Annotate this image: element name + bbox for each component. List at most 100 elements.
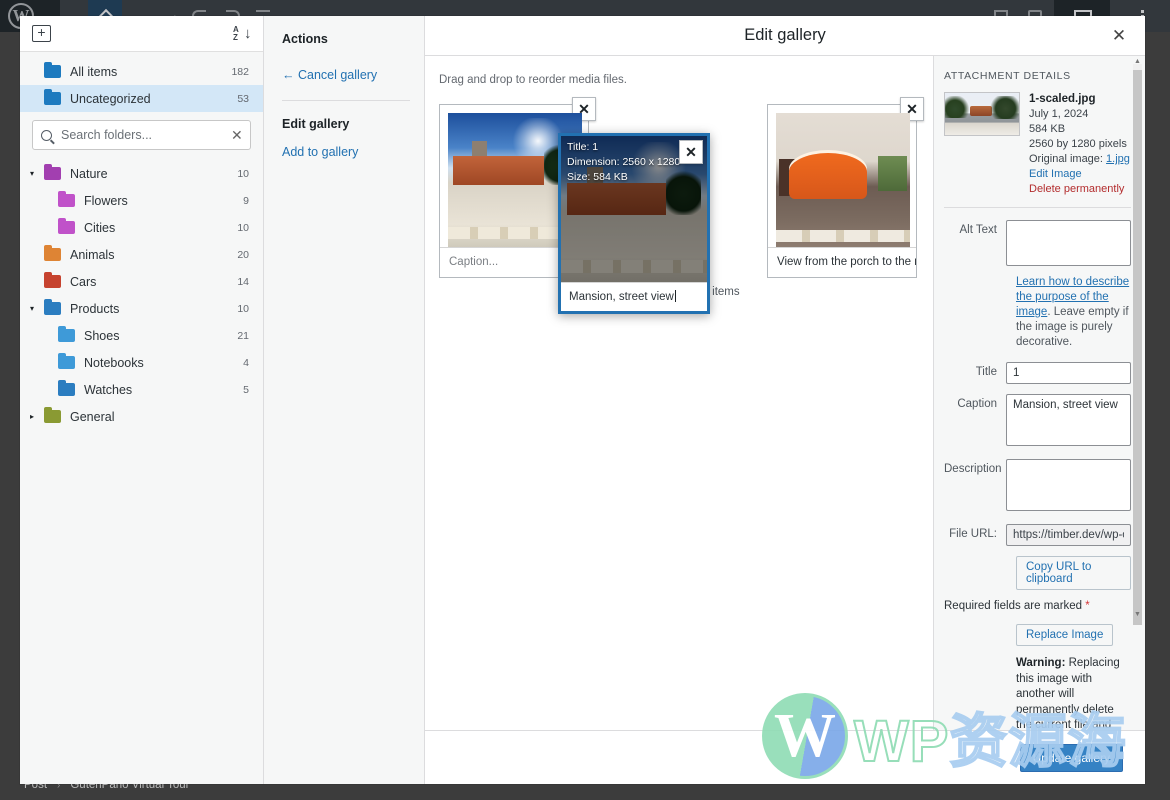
folder-label: General	[70, 410, 249, 424]
folder-label: Watches	[84, 383, 243, 397]
folder-icon	[44, 167, 61, 180]
modal-footer: Update gallery	[425, 730, 1145, 784]
folder-label: Notebooks	[84, 356, 243, 370]
edit-image-link[interactable]: Edit Image	[1029, 167, 1130, 182]
folder-count: 4	[243, 357, 249, 369]
gallery-column: Drag and drop to reorder media files. ✕	[425, 56, 933, 730]
attachment-original-image: Original image: 1.jpg	[1029, 152, 1130, 167]
folder-count: 53	[237, 93, 249, 105]
folder-icon	[58, 194, 75, 207]
title-row: Title	[944, 362, 1131, 384]
chevron-right-icon[interactable]: ▸	[30, 412, 44, 421]
folder-search-box[interactable]: ✕	[32, 120, 251, 150]
file-url-label: File URL:	[944, 524, 1006, 546]
folder-item-cars[interactable]: Cars 14	[20, 268, 263, 295]
folder-item-products[interactable]: ▾ Products 10	[20, 295, 263, 322]
screen: W Post › GutenPano Virtual Tour AZ ↓	[0, 0, 1170, 800]
attachment-dimensions: 2560 by 1280 pixels	[1029, 137, 1130, 152]
chevron-down-icon[interactable]: ▾	[30, 169, 44, 178]
folder-item-notebooks[interactable]: Notebooks 4	[20, 349, 263, 376]
alt-text-field[interactable]	[1006, 220, 1131, 266]
folder-item-uncategorized[interactable]: Uncategorized 53	[20, 85, 263, 112]
edit-gallery-heading: Edit gallery	[282, 117, 424, 131]
update-gallery-button[interactable]: Update gallery	[1020, 744, 1123, 772]
original-image-link[interactable]: 1.jpg	[1106, 153, 1130, 165]
drag-ghost-title: Title: 1	[567, 140, 680, 155]
folder-icon	[44, 92, 61, 105]
folder-icon	[58, 356, 75, 369]
folder-search-wrap: ✕	[20, 112, 263, 160]
folder-item-nature[interactable]: ▾ Nature 10	[20, 160, 263, 187]
drag-ghost-size: Size: 584 KB	[567, 170, 680, 185]
folder-count: 14	[237, 276, 249, 288]
folder-label: Nature	[70, 167, 237, 181]
folder-item-animals[interactable]: Animals 20	[20, 241, 263, 268]
required-fields-note: Required fields are marked *	[944, 600, 1131, 612]
attachment-filesize: 584 KB	[1029, 122, 1130, 137]
file-url-field[interactable]	[1006, 524, 1131, 546]
edit-gallery-modal: AZ ↓ All items 182 Uncategorized 53	[20, 16, 1145, 784]
gallery-item-caption[interactable]: View from the porch to the roa	[768, 247, 916, 277]
attachment-details-heading: ATTACHMENT DETAILS	[944, 70, 1131, 82]
alt-text-label: Alt Text	[944, 220, 1006, 269]
replace-image-button[interactable]: Replace Image	[1016, 624, 1113, 646]
folder-count: 10	[237, 168, 249, 180]
folder-item-all-items[interactable]: All items 182	[20, 58, 263, 85]
title-label: Title	[944, 362, 1006, 384]
scroll-up-icon[interactable]: ▲	[1134, 58, 1141, 65]
folder-item-flowers[interactable]: Flowers 9	[20, 187, 263, 214]
gallery-main: Edit gallery ✕ Drag and drop to reorder …	[425, 16, 1145, 784]
title-field[interactable]	[1006, 362, 1131, 384]
scroll-down-icon[interactable]: ▼	[1134, 611, 1141, 618]
actions-divider	[282, 100, 410, 101]
folder-label: All items	[70, 65, 231, 79]
drag-ghost-caption-text: Mansion, street view	[569, 291, 674, 303]
folder-label: Animals	[70, 248, 237, 262]
details-scrollbar[interactable]: ▲ ▼	[1133, 64, 1142, 610]
remove-icon[interactable]: ✕	[679, 140, 703, 164]
gallery-item[interactable]: ✕ View from the porch to the roa	[767, 104, 917, 278]
folder-count: 182	[231, 66, 249, 78]
delete-permanently-link[interactable]: Delete permanently	[1029, 182, 1130, 197]
clear-icon[interactable]: ✕	[231, 128, 243, 142]
caption-field[interactable]	[1006, 394, 1131, 446]
description-field[interactable]	[1006, 459, 1131, 511]
required-note-text: Required fields are marked	[944, 600, 1085, 612]
attachment-date: July 1, 2024	[1029, 107, 1130, 122]
folder-item-shoes[interactable]: Shoes 21	[20, 322, 263, 349]
attachment-meta: 1-scaled.jpg July 1, 2024 584 KB 2560 by…	[1029, 92, 1130, 197]
add-to-gallery-link[interactable]: Add to gallery	[282, 145, 424, 159]
attachments-list: ✕ Caption...	[439, 104, 917, 278]
sort-az-letters: AZ	[233, 26, 239, 42]
options-menu-icon[interactable]	[1141, 10, 1144, 13]
scrollbar-thumb[interactable]	[1133, 70, 1142, 625]
folder-count: 20	[237, 249, 249, 261]
alt-text-help: Learn how to describe the purpose of the…	[1016, 275, 1131, 350]
folder-item-general[interactable]: ▸ General	[20, 403, 263, 430]
folder-icon	[58, 329, 75, 342]
drag-ghost-caption-input[interactable]: Mansion, street view	[561, 282, 707, 311]
modal-header: Edit gallery ✕	[425, 16, 1145, 56]
caption-label: Caption	[944, 394, 1006, 449]
cancel-gallery-link[interactable]: ← Cancel gallery	[282, 68, 424, 82]
original-image-label: Original image:	[1029, 153, 1103, 165]
folders-toolbar: AZ ↓	[20, 16, 263, 52]
caption-row: Caption	[944, 394, 1131, 449]
description-label: Description	[944, 459, 1006, 514]
folder-icon	[44, 248, 61, 261]
chevron-down-icon[interactable]: ▾	[30, 304, 44, 313]
file-url-row: File URL:	[944, 524, 1131, 546]
new-folder-icon[interactable]	[32, 25, 51, 42]
attachment-summary: 1-scaled.jpg July 1, 2024 584 KB 2560 by…	[944, 92, 1131, 197]
copy-url-button[interactable]: Copy URL to clipboard	[1016, 556, 1131, 590]
folder-item-cities[interactable]: Cities 10	[20, 214, 263, 241]
folder-count: 10	[237, 303, 249, 315]
sort-az-icon[interactable]: AZ ↓	[233, 25, 251, 43]
close-icon[interactable]: ✕	[1107, 24, 1131, 48]
search-input[interactable]	[59, 127, 224, 143]
text-caret	[675, 290, 676, 302]
gallery-item-drag-ghost[interactable]: Title: 1 Dimension: 2560 x 1280 Size: 58…	[558, 133, 710, 314]
folder-label: Cars	[70, 275, 237, 289]
folder-icon	[58, 383, 75, 396]
folder-item-watches[interactable]: Watches 5	[20, 376, 263, 403]
